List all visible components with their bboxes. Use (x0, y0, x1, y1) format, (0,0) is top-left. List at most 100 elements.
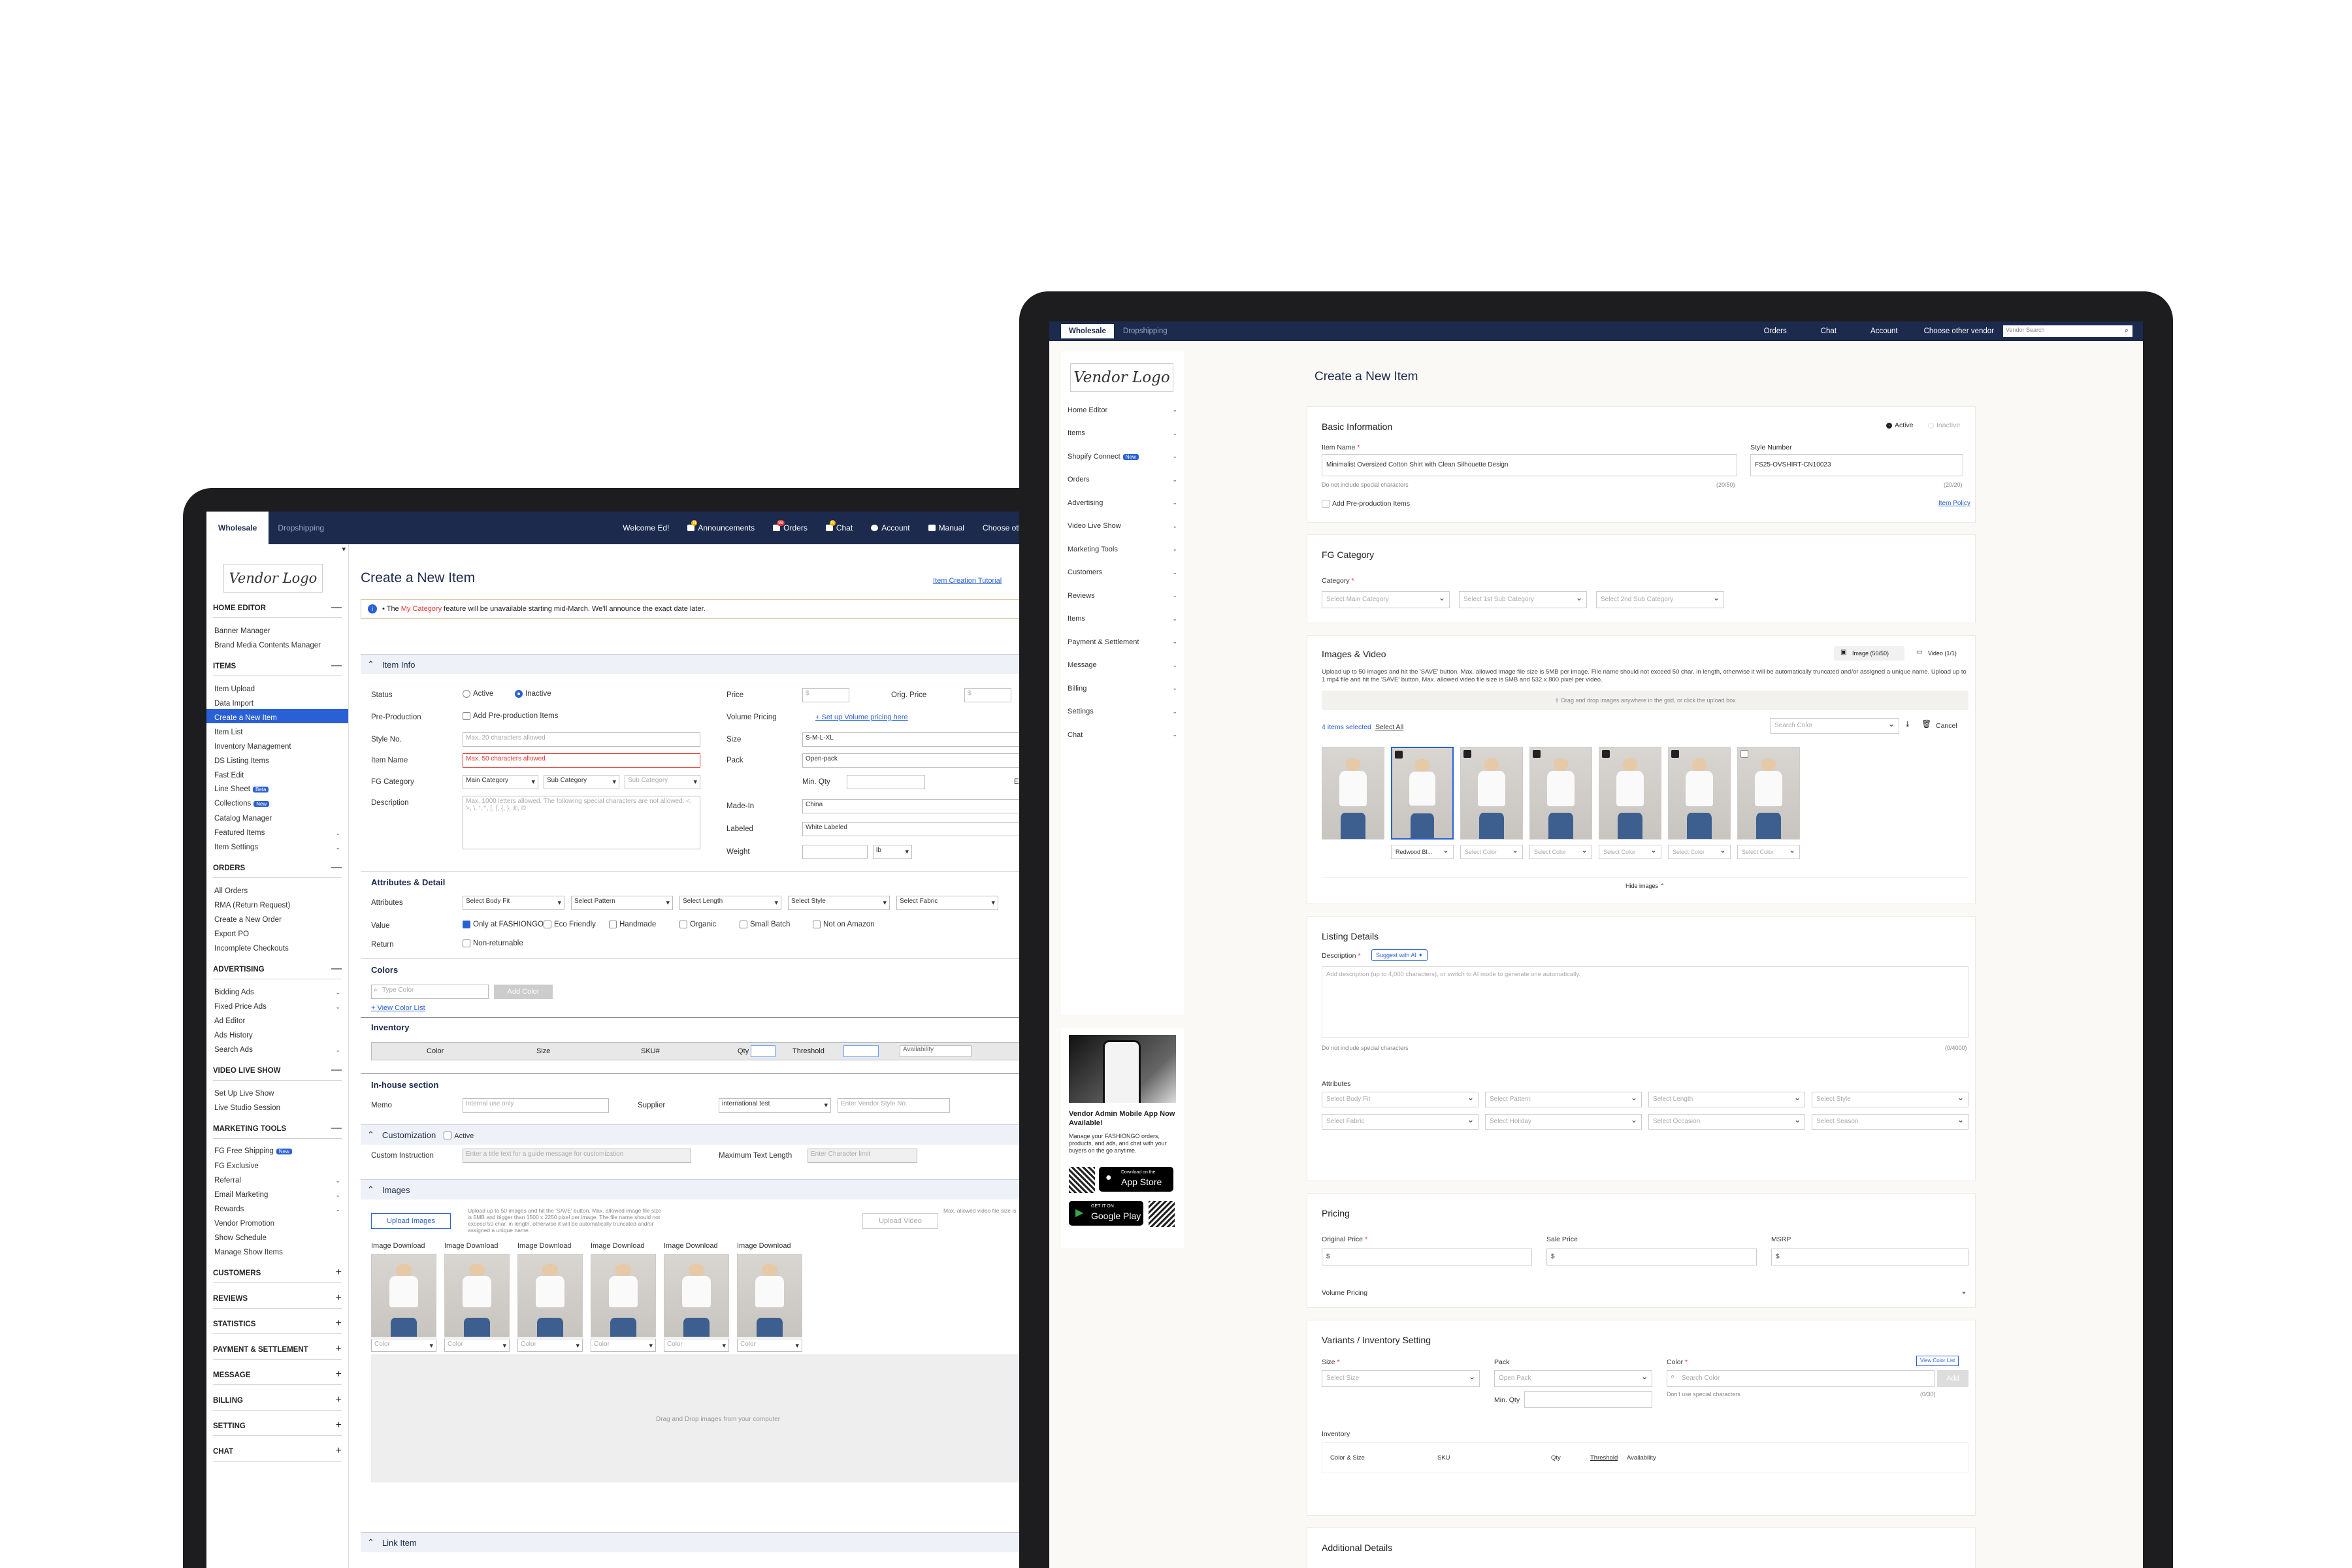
radio-active[interactable]: Active (1886, 421, 1914, 429)
sidebar-item[interactable]: Email Marketing ⌄ (213, 1186, 342, 1200)
orig-price-input[interactable]: $ (964, 688, 1011, 702)
sidebar-item[interactable]: Billing ⌄ (1061, 677, 1184, 700)
sidebar-item[interactable]: Item List (213, 723, 342, 738)
sidebar-item[interactable]: Orders ⌄ (1061, 468, 1184, 492)
select-all-link[interactable]: Select All (1375, 723, 1403, 731)
product-image[interactable] (664, 1254, 729, 1337)
image-download-link[interactable]: Image Download (737, 1242, 791, 1250)
item-policy-link[interactable]: Item Policy (1938, 500, 1970, 507)
color-select[interactable]: Color (664, 1339, 729, 1352)
sidebar-item[interactable]: All Orders (213, 882, 342, 896)
search-color-select[interactable]: Search Color (1770, 718, 1899, 734)
product-image[interactable] (444, 1254, 510, 1337)
sidebar-group-header[interactable]: REVIEWS + (213, 1290, 342, 1309)
cancel-button[interactable]: Cancel (1936, 722, 1957, 730)
sidebar-item[interactable]: Export PO (213, 925, 342, 939)
attribute-select[interactable]: Select Season (1812, 1114, 1968, 1130)
qty-bulk-input[interactable] (751, 1045, 776, 1057)
search-color-input[interactable]: Search Color (1667, 1370, 1935, 1387)
sidebar-item[interactable]: Chat ⌄ (1061, 723, 1184, 747)
preprod-checkbox[interactable]: Add Pre-production Items (463, 712, 558, 720)
tab-wholesale[interactable]: Wholesale (206, 512, 269, 544)
image-download-link[interactable]: Image Download (591, 1242, 645, 1250)
availability-select[interactable]: Availability (900, 1045, 972, 1057)
sub-category2-select[interactable]: Sub Category (625, 775, 700, 789)
upload-video-button[interactable]: Upload Video (862, 1213, 938, 1229)
attribute-select[interactable]: Select Fabric (896, 896, 998, 910)
sidebar-item[interactable]: Incomplete Checkouts (213, 939, 342, 954)
image-select-checkbox[interactable] (1602, 750, 1610, 758)
value-checkbox[interactable]: Handmade (609, 921, 656, 928)
sidebar-item[interactable]: Collections New (213, 795, 342, 809)
nav-account[interactable]: Account (1854, 327, 1915, 335)
item-name-input[interactable]: Minimalist Oversized Cotton Shirt with C… (1322, 454, 1737, 476)
image-download-link[interactable]: Image Download (664, 1242, 718, 1250)
sidebar-item[interactable]: Customers ⌄ (1061, 561, 1184, 585)
style-number-input[interactable]: FS25-OVSHIRT-CN10023 (1750, 454, 1963, 476)
attribute-select[interactable]: Select Holiday (1485, 1114, 1642, 1130)
image-download-link[interactable]: Image Download (371, 1242, 425, 1250)
product-image[interactable] (1668, 747, 1731, 840)
type-color-input[interactable]: Type Color (371, 985, 489, 999)
vendor-logo[interactable]: Vendor Logo (1070, 363, 1173, 392)
sidebar-item[interactable]: Item Upload (213, 680, 342, 694)
msrp-input[interactable]: $ (1771, 1249, 1968, 1266)
product-image[interactable] (1391, 747, 1454, 840)
image-color-select[interactable]: Select Color (1529, 845, 1592, 859)
sidebar-item[interactable]: Set Up Live Show (213, 1085, 342, 1099)
nav-chat[interactable]: Chat (1804, 327, 1854, 335)
image-download-link[interactable]: Image Download (517, 1242, 572, 1250)
tab-wholesale[interactable]: Wholesale (1061, 324, 1114, 338)
image-color-select[interactable]: Redwood Bl... (1391, 845, 1454, 859)
sidebar-group-header[interactable]: VIDEO LIVE SHOW — (213, 1062, 342, 1081)
attribute-select[interactable]: Select Fabric (1322, 1114, 1478, 1130)
nonreturnable-checkbox[interactable]: Non-returnable (463, 939, 523, 947)
product-image[interactable] (591, 1254, 656, 1337)
attribute-select[interactable]: Select Body Fit (463, 896, 564, 910)
sidebar-item[interactable]: Show Schedule (213, 1229, 342, 1243)
description-textarea[interactable]: Max. 1000 letters allowed. The following… (463, 796, 700, 849)
sidebar-item[interactable]: Marketing Tools ⌄ (1061, 538, 1184, 561)
view-color-list-link[interactable]: + View Color List (371, 1004, 425, 1012)
preprod-checkbox[interactable]: Add Pre-production Items (1322, 500, 1410, 508)
sidebar-item[interactable]: Shopify Connect New ⌄ (1061, 445, 1184, 468)
attribute-select[interactable]: Select Pattern (1485, 1092, 1642, 1107)
image-color-select[interactable]: Select Color (1668, 845, 1731, 859)
sidebar-item[interactable]: Items ⌄ (1061, 608, 1184, 631)
sidebar-item[interactable]: Message ⌄ (1061, 654, 1184, 678)
sub-category-select[interactable]: Select 1st Sub Category (1459, 591, 1587, 608)
value-checkbox[interactable]: Not on Amazon (813, 921, 875, 928)
trash-icon[interactable]: 🗑 (1921, 719, 1931, 728)
sidebar-item[interactable]: Vendor Promotion (213, 1215, 342, 1229)
nav-manual[interactable]: Manual (919, 523, 973, 532)
value-checkbox[interactable]: Small Batch (740, 921, 790, 928)
sidebar-item[interactable]: Search Ads ⌄ (213, 1041, 342, 1055)
vendor-search-input[interactable]: Vendor Search (2003, 325, 2132, 337)
volume-pricing-toggle[interactable]: Volume Pricing (1322, 1289, 1367, 1297)
pack-select[interactable]: Open Pack (1494, 1370, 1652, 1387)
product-image[interactable] (1529, 747, 1592, 840)
section-images[interactable]: ⌃ Images (361, 1179, 1065, 1200)
sidebar-group-header[interactable]: MESSAGE + (213, 1366, 342, 1385)
sidebar-item[interactable]: Video Live Show ⌄ (1061, 515, 1184, 538)
image-color-select[interactable]: Select Color (1599, 845, 1661, 859)
color-select[interactable]: Color (371, 1339, 436, 1352)
tab-dropshipping[interactable]: Dropshipping (269, 523, 333, 532)
sidebar-item[interactable]: Live Studio Session (213, 1099, 342, 1113)
nav-chat[interactable]: N Chat (817, 520, 862, 532)
app-store-badge[interactable]: Download on the App Store ● (1099, 1167, 1173, 1192)
sidebar-group-header[interactable]: MARKETING TOOLS — (213, 1120, 342, 1139)
sidebar-item[interactable]: DS Listing Items (213, 752, 342, 766)
attribute-select[interactable]: Select Style (1812, 1092, 1968, 1107)
radio-inactive[interactable]: Inactive (1928, 421, 1960, 429)
sidebar-group-header[interactable]: CUSTOMERS + (213, 1264, 342, 1283)
sidebar-item[interactable]: Inventory Management (213, 738, 342, 752)
main-category-select[interactable]: Select Main Category (1322, 591, 1450, 608)
sidebar-item[interactable]: RMA (Return Request) (213, 896, 342, 911)
sidebar-group-header[interactable]: BILLING + (213, 1392, 342, 1411)
color-select[interactable]: Color (517, 1339, 583, 1352)
google-play-badge[interactable]: GET IT ON Google Play ▶ (1069, 1201, 1143, 1226)
sidebar-item[interactable]: Ads History (213, 1026, 342, 1041)
size-select[interactable]: Select Size (1322, 1370, 1480, 1387)
product-image[interactable] (737, 1254, 802, 1337)
